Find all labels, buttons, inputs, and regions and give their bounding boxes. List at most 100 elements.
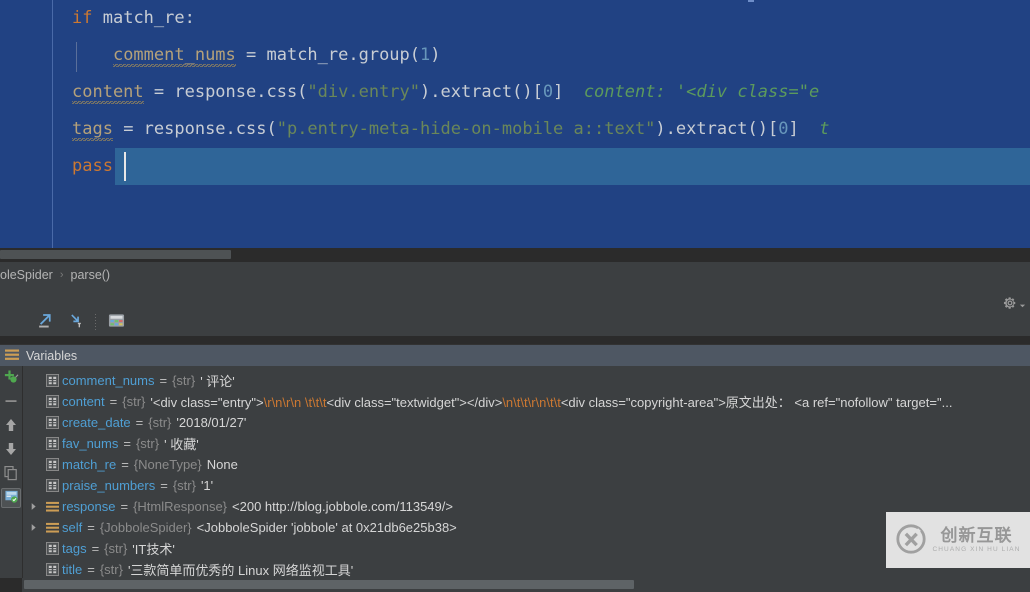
breadcrumb-item-method[interactable]: parse() [71, 268, 111, 282]
code-token-txt: ] [789, 119, 799, 139]
variable-type: {NoneType} [134, 457, 202, 472]
cx-logo-icon [895, 523, 927, 558]
evaluate-expression-button[interactable] [101, 310, 131, 334]
inspect-button[interactable] [1, 488, 21, 508]
remove-watch-button[interactable] [1, 392, 21, 412]
settings-group[interactable] [1003, 296, 1026, 313]
variable-type: {str} [173, 478, 196, 493]
value-part: '<div class="entry"> [150, 395, 263, 410]
indent-guide [76, 42, 77, 72]
variable-type: {str} [100, 562, 123, 577]
variable-name: praise_numbers [62, 478, 155, 493]
variables-row-list: comment_nums={str}' 评论'content={str}'<di… [22, 370, 1030, 578]
primitive-variable-icon [42, 374, 62, 387]
escape-sequence: \n\t\t\r\n\t\t [502, 395, 561, 410]
gear-icon[interactable] [1003, 296, 1017, 313]
variable-equals: = [120, 499, 128, 514]
primitive-variable-icon [42, 395, 62, 408]
code-token-txt: ] [553, 82, 563, 102]
variable-row[interactable]: fav_nums={str}' 收藏' [22, 433, 1030, 454]
primitive-variable-icon [42, 479, 62, 492]
debug-step-buttons [0, 310, 131, 334]
code-token-txt: = match_re.group( [236, 45, 420, 65]
code-line-l3: content = response.css("div.entry").extr… [0, 74, 1030, 111]
move-down-button[interactable] [1, 440, 21, 460]
variables-hscrollbar-thumb[interactable] [24, 580, 634, 589]
variable-equals: = [136, 415, 144, 430]
primitive-variable-icon [42, 458, 62, 471]
variable-row[interactable]: content={str}'<div class="entry">\r\n\r\… [22, 391, 1030, 412]
value-part: <div class="textwidget"></div> [327, 395, 503, 410]
variable-name: fav_nums [62, 436, 118, 451]
code-token-varsq: comment_nums [113, 45, 236, 67]
code-token-sp [92, 8, 102, 28]
code-token-txt: ).extract()[ [420, 82, 543, 102]
variable-row[interactable]: create_date={str}'2018/01/27' [22, 412, 1030, 433]
code-token-txt: match_re: [103, 8, 195, 28]
force-step-into-icon [67, 312, 84, 332]
evaluate-expression-icon [108, 313, 125, 331]
variable-value: ' 评论' [200, 371, 235, 390]
object-variable-icon [42, 501, 62, 513]
watermark: 创新互联 CHUANG XIN HU LIAN [886, 512, 1030, 568]
code-token-inlay: t [799, 119, 830, 139]
variable-value: <200 http://blog.jobbole.com/113549/> [232, 499, 453, 514]
code-token-num: 0 [778, 119, 788, 139]
move-up-button[interactable] [1, 416, 21, 436]
debug-toolbar [0, 288, 1030, 336]
variable-name: title [62, 562, 82, 577]
variables-stripe-icon [5, 349, 19, 364]
expand-arrow-icon[interactable] [24, 523, 42, 532]
tab-variables[interactable]: Variables [0, 344, 1030, 367]
code-editor[interactable]: if match_re: comment_nums = match_re.gro… [0, 0, 1030, 248]
variable-row[interactable]: title={str}'三款简单而优秀的 Linux 网络监视工具' [22, 559, 1030, 578]
escape-sequence: \t\t\t [305, 395, 327, 410]
toolbar-divider [95, 314, 96, 331]
variable-value: '1' [201, 478, 213, 493]
value-part: <div class="copyright-area">原文出处： <a ref… [561, 395, 953, 410]
remove-watch-icon [3, 393, 19, 412]
step-out-icon [37, 312, 54, 332]
variable-row[interactable]: self={JobboleSpider}<JobboleSpider 'jobb… [22, 517, 1030, 538]
chevron-down-icon[interactable] [1019, 297, 1026, 312]
force-step-into-button[interactable] [60, 310, 90, 334]
variable-row[interactable]: comment_nums={str}' 评论' [22, 370, 1030, 391]
variable-name: create_date [62, 415, 131, 430]
text-caret [124, 152, 126, 181]
add-watch-button[interactable] [1, 368, 21, 388]
variable-type: {str} [148, 415, 171, 430]
code-token-kw: if [72, 8, 92, 28]
code-line-l1: if match_re: [0, 0, 1030, 37]
expand-arrow-icon[interactable] [24, 502, 42, 511]
code-token-txt: ) [430, 45, 440, 65]
watermark-text: 创新互联 CHUANG XIN HU LIAN [932, 527, 1020, 554]
variable-equals: = [159, 373, 167, 388]
breadcrumb-separator: › [60, 269, 64, 281]
code-line-pass: pass [0, 148, 1030, 185]
variable-type: {HtmlResponse} [133, 499, 227, 514]
step-out-button[interactable] [30, 310, 60, 334]
variable-value: '三款简单而优秀的 Linux 网络监视工具' [128, 560, 353, 578]
code-token-inlay: content: '<div class="e [563, 82, 819, 102]
copy-icon [3, 465, 19, 484]
breadcrumb-item-class[interactable]: oleSpider [0, 268, 53, 282]
variable-row[interactable]: praise_numbers = {str} '1' [22, 475, 1030, 496]
primitive-variable-icon [42, 416, 62, 429]
copy-value-button[interactable] [1, 464, 21, 484]
toolbar-left-pad [0, 310, 30, 334]
variable-type: {str} [122, 394, 145, 409]
variable-row[interactable]: tags={str}'IT技术' [22, 538, 1030, 559]
variable-row[interactable]: match_re={NoneType}None [22, 454, 1030, 475]
variable-row[interactable]: response={HtmlResponse}<200 http://blog.… [22, 496, 1030, 517]
escape-sequence: \r\n\r\n [264, 395, 302, 410]
variable-name: tags [62, 541, 87, 556]
variable-type: {str} [172, 373, 195, 388]
editor-hscrollbar-thumb[interactable] [0, 250, 231, 259]
variable-type: {str} [136, 436, 159, 451]
add-watch-icon [3, 369, 19, 388]
variable-equals: = [160, 478, 168, 493]
object-variable-icon [42, 522, 62, 534]
breadcrumb[interactable]: oleSpider › parse() [0, 262, 1030, 289]
variable-value: 'IT技术' [132, 539, 175, 558]
keyword-pass: pass [72, 156, 113, 176]
